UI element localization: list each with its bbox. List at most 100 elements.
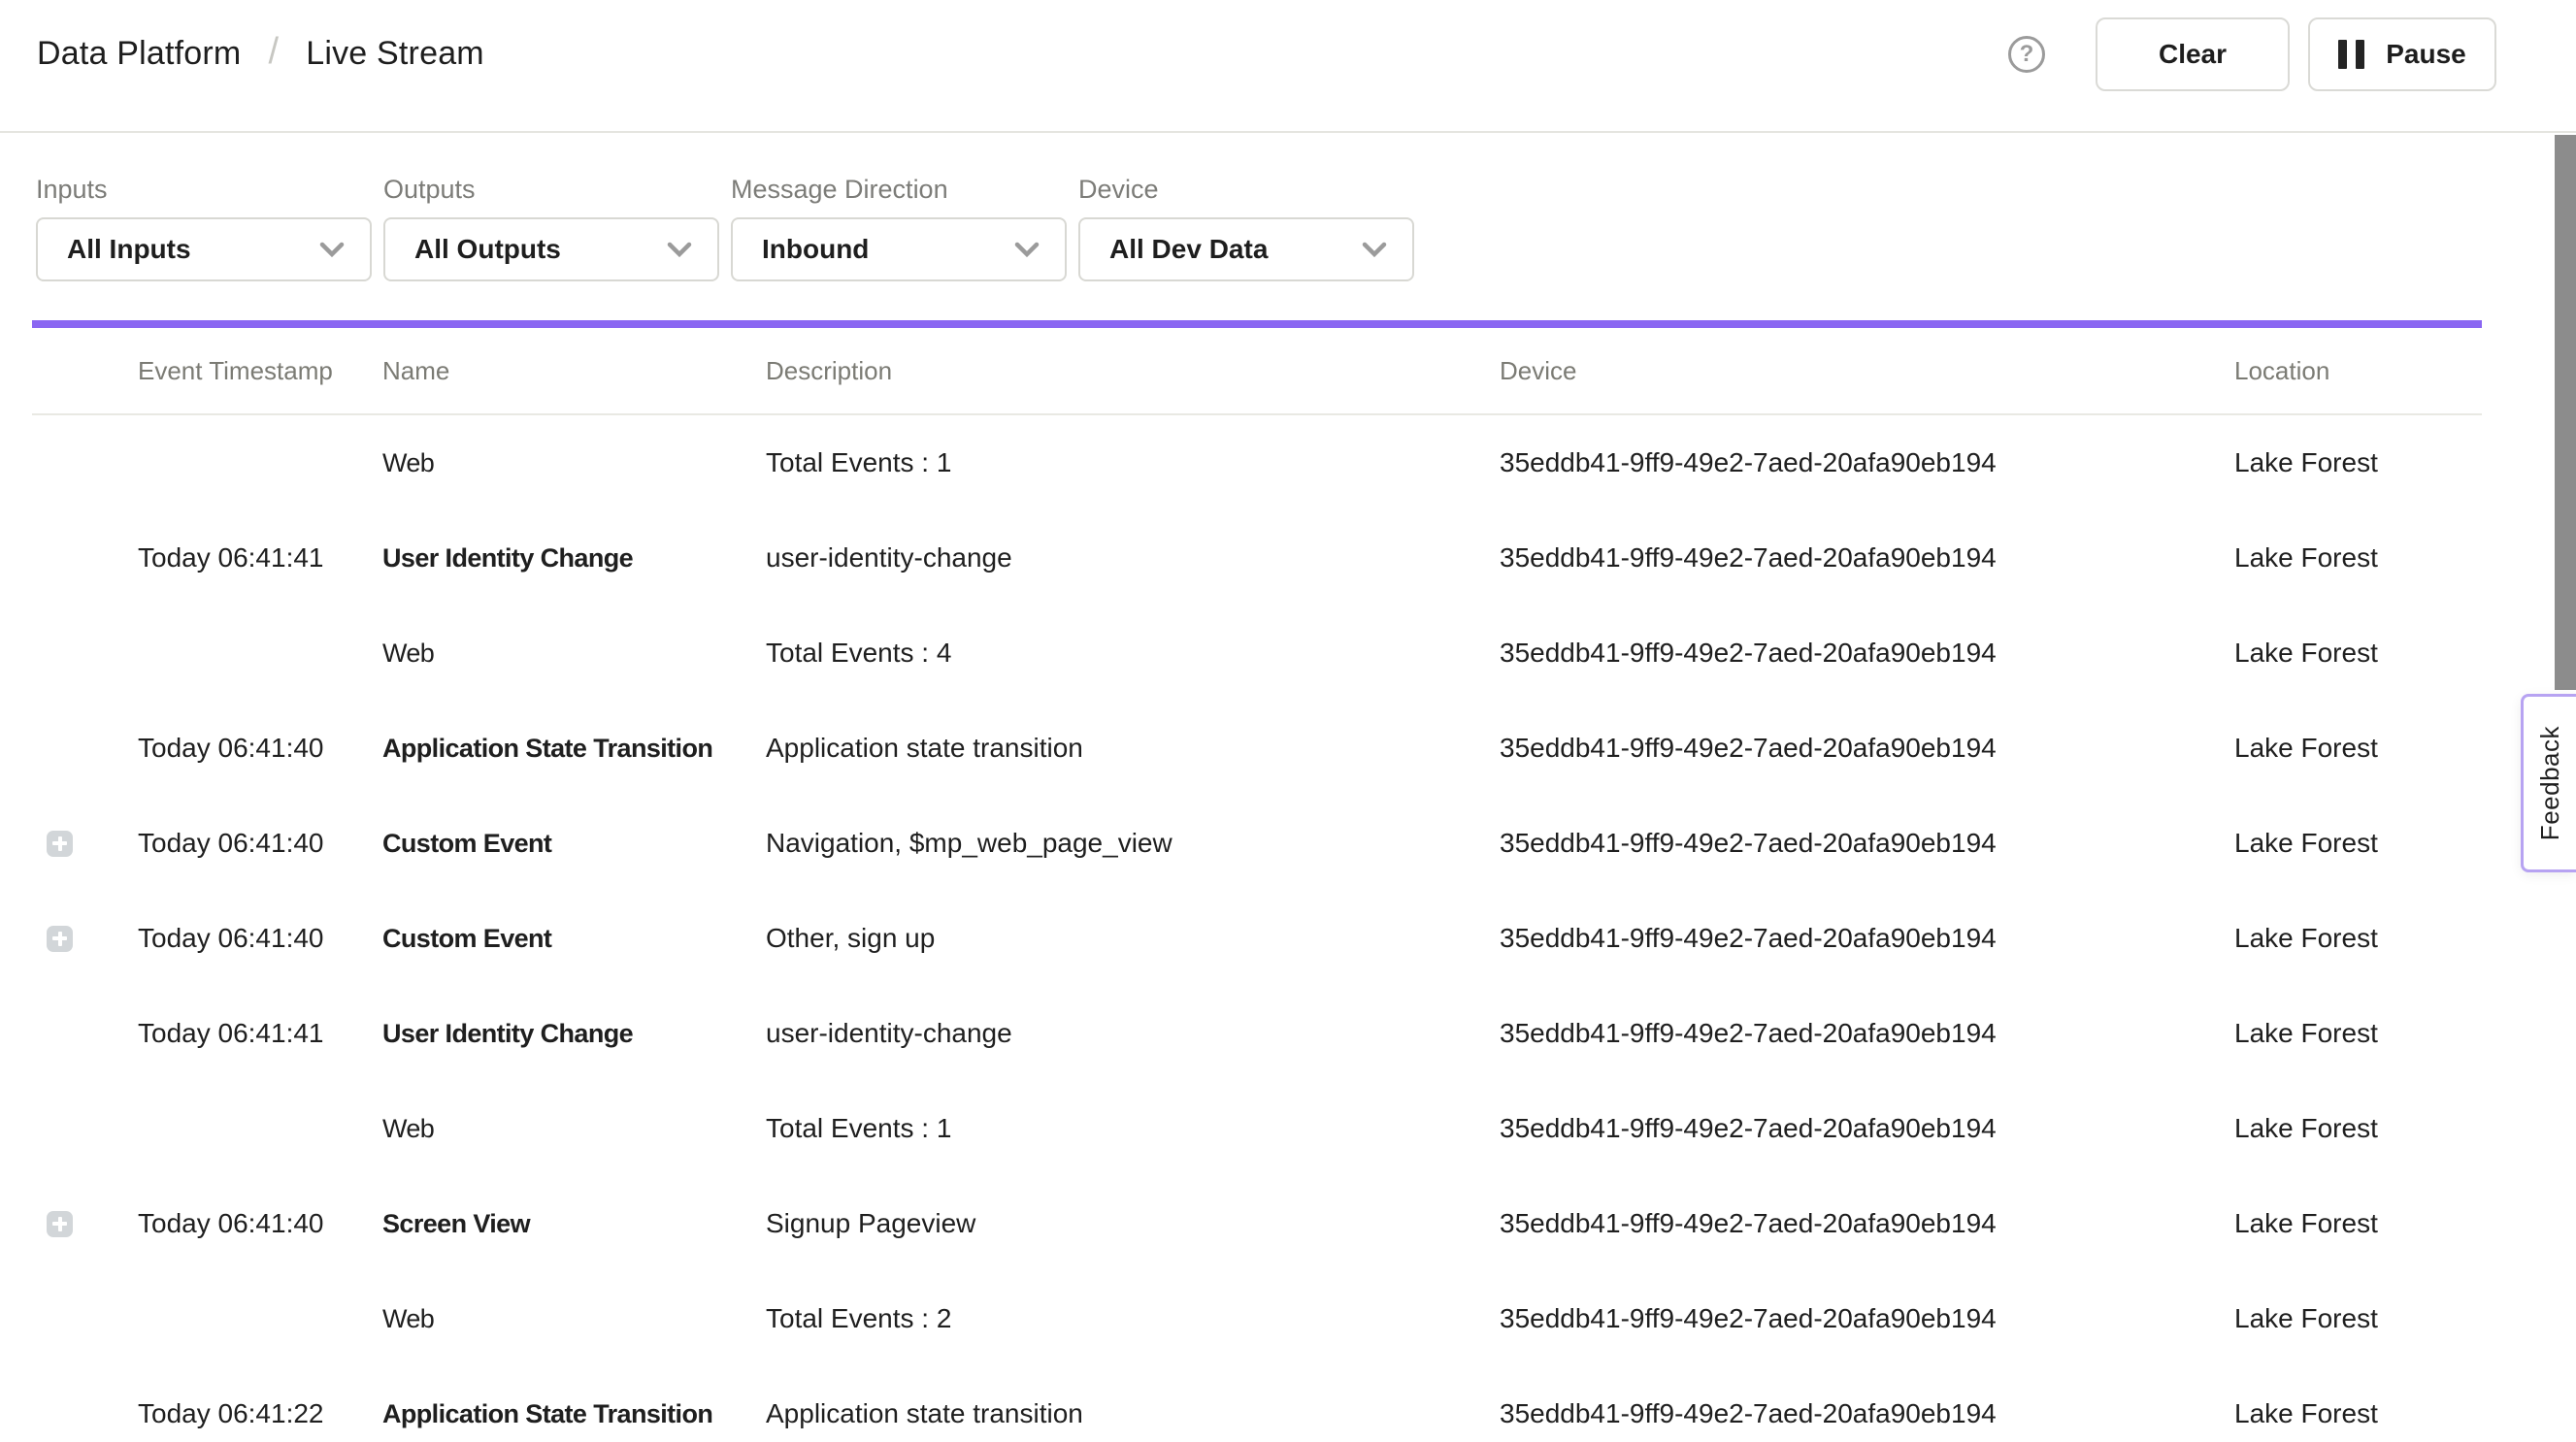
expand-cell <box>32 926 106 952</box>
event-description: Navigation, $mp_web_page_view <box>766 828 1500 859</box>
event-name: Web <box>382 1114 766 1144</box>
breadcrumb: Data Platform / Live Stream <box>37 33 484 75</box>
event-timestamp: Today 06:41:41 <box>106 1018 382 1049</box>
message-direction-select-value: Inbound <box>762 234 869 265</box>
event-location: Lake Forest <box>2234 923 2482 954</box>
expand-cell <box>32 831 106 857</box>
event-location: Lake Forest <box>2234 638 2482 669</box>
event-description: Total Events : 2 <box>766 1303 1500 1334</box>
event-description: Signup Pageview <box>766 1208 1500 1239</box>
filter-label: Message Direction <box>731 175 1067 204</box>
outputs-select-value: All Outputs <box>414 234 561 265</box>
expand-plus-icon[interactable] <box>47 1211 73 1237</box>
chevron-down-icon <box>1362 242 1387 258</box>
table-row[interactable]: WebTotal Events : 235eddb41-9ff9-49e2-7a… <box>32 1271 2482 1366</box>
event-device: 35eddb41-9ff9-49e2-7aed-20afa90eb194 <box>1500 923 2234 954</box>
event-description: Total Events : 4 <box>766 638 1500 669</box>
device-select-value: All Dev Data <box>1109 234 1268 265</box>
topbar-actions: ? Clear Pause <box>2008 17 2496 91</box>
table-row[interactable]: WebTotal Events : 135eddb41-9ff9-49e2-7a… <box>32 1081 2482 1176</box>
filter-device: Device All Dev Data <box>1078 175 1414 281</box>
table-header-row: Event Timestamp Name Description Device … <box>32 328 2482 415</box>
event-location: Lake Forest <box>2234 447 2482 478</box>
event-location: Lake Forest <box>2234 1398 2482 1429</box>
event-description: Application state transition <box>766 733 1500 764</box>
event-location: Lake Forest <box>2234 542 2482 574</box>
live-stream-table: Event Timestamp Name Description Device … <box>32 328 2482 1442</box>
event-location: Lake Forest <box>2234 1208 2482 1239</box>
event-description: Total Events : 1 <box>766 1113 1500 1144</box>
event-timestamp: Today 06:41:40 <box>106 733 382 764</box>
filter-label: Device <box>1078 175 1414 204</box>
expand-cell <box>32 1211 106 1237</box>
expand-plus-icon[interactable] <box>47 926 73 952</box>
breadcrumb-separator: / <box>268 31 279 73</box>
table-row[interactable]: Today 06:41:40Custom EventOther, sign up… <box>32 891 2482 986</box>
column-header-location: Location <box>2234 356 2482 386</box>
event-device: 35eddb41-9ff9-49e2-7aed-20afa90eb194 <box>1500 733 2234 764</box>
feedback-tab-label: Feedback <box>2535 726 2565 840</box>
pause-button[interactable]: Pause <box>2308 17 2496 91</box>
filter-message-direction: Message Direction Inbound <box>731 175 1067 281</box>
event-name: Web <box>382 639 766 669</box>
event-timestamp: Today 06:41:22 <box>106 1398 382 1429</box>
event-location: Lake Forest <box>2234 1303 2482 1334</box>
event-device: 35eddb41-9ff9-49e2-7aed-20afa90eb194 <box>1500 1113 2234 1144</box>
table-row[interactable]: Today 06:41:22Application State Transiti… <box>32 1366 2482 1442</box>
event-name: User Identity Change <box>382 1019 766 1049</box>
top-bar: Data Platform / Live Stream ? Clear Paus… <box>0 0 2576 133</box>
event-description: Other, sign up <box>766 923 1500 954</box>
table-row[interactable]: Today 06:41:40Screen ViewSignup Pageview… <box>32 1176 2482 1271</box>
event-description: Total Events : 1 <box>766 447 1500 478</box>
inputs-select[interactable]: All Inputs <box>36 217 372 281</box>
event-device: 35eddb41-9ff9-49e2-7aed-20afa90eb194 <box>1500 1208 2234 1239</box>
page-title: Live Stream <box>306 35 484 73</box>
column-header-name: Name <box>382 356 766 386</box>
event-location: Lake Forest <box>2234 1113 2482 1144</box>
event-device: 35eddb41-9ff9-49e2-7aed-20afa90eb194 <box>1500 828 2234 859</box>
event-name: Custom Event <box>382 829 766 859</box>
event-device: 35eddb41-9ff9-49e2-7aed-20afa90eb194 <box>1500 447 2234 478</box>
event-device: 35eddb41-9ff9-49e2-7aed-20afa90eb194 <box>1500 1018 2234 1049</box>
expand-plus-icon[interactable] <box>47 831 73 857</box>
event-name: Screen View <box>382 1209 766 1239</box>
clear-button[interactable]: Clear <box>2096 17 2290 91</box>
event-device: 35eddb41-9ff9-49e2-7aed-20afa90eb194 <box>1500 1303 2234 1334</box>
event-description: Application state transition <box>766 1398 1500 1429</box>
table-row[interactable]: Today 06:41:40Application State Transiti… <box>32 701 2482 796</box>
inputs-select-value: All Inputs <box>67 234 191 265</box>
breadcrumb-parent[interactable]: Data Platform <box>37 35 241 73</box>
outputs-select[interactable]: All Outputs <box>383 217 719 281</box>
feedback-tab[interactable]: Feedback <box>2521 694 2576 872</box>
filter-outputs: Outputs All Outputs <box>383 175 719 281</box>
message-direction-select[interactable]: Inbound <box>731 217 1067 281</box>
column-header-device: Device <box>1500 356 2234 386</box>
table-row[interactable]: WebTotal Events : 435eddb41-9ff9-49e2-7a… <box>32 606 2482 701</box>
vertical-scrollbar-thumb[interactable] <box>2555 135 2576 690</box>
event-location: Lake Forest <box>2234 1018 2482 1049</box>
table-row[interactable]: Today 06:41:41User Identity Changeuser-i… <box>32 986 2482 1081</box>
table-row[interactable]: Today 06:41:41User Identity Changeuser-i… <box>32 510 2482 606</box>
table-row[interactable]: Today 06:41:40Custom EventNavigation, $m… <box>32 796 2482 891</box>
event-location: Lake Forest <box>2234 733 2482 764</box>
chevron-down-icon <box>1014 242 1040 258</box>
filter-label: Outputs <box>383 175 719 204</box>
chevron-down-icon <box>319 242 345 258</box>
event-device: 35eddb41-9ff9-49e2-7aed-20afa90eb194 <box>1500 638 2234 669</box>
event-description: user-identity-change <box>766 542 1500 574</box>
accent-divider <box>32 320 2482 328</box>
help-icon[interactable]: ? <box>2008 36 2045 73</box>
filter-bar: Inputs All Inputs Outputs All Outputs Me… <box>0 133 2576 281</box>
clear-button-label: Clear <box>2159 39 2227 70</box>
device-select[interactable]: All Dev Data <box>1078 217 1414 281</box>
event-name: Web <box>382 448 766 478</box>
event-name: Application State Transition <box>382 734 766 764</box>
event-timestamp: Today 06:41:40 <box>106 1208 382 1239</box>
event-timestamp: Today 06:41:40 <box>106 923 382 954</box>
event-timestamp: Today 06:41:40 <box>106 828 382 859</box>
table-row[interactable]: WebTotal Events : 135eddb41-9ff9-49e2-7a… <box>32 415 2482 510</box>
pause-icon <box>2338 40 2364 69</box>
pause-button-label: Pause <box>2386 39 2466 70</box>
column-header-description: Description <box>766 356 1500 386</box>
filter-label: Inputs <box>36 175 372 204</box>
